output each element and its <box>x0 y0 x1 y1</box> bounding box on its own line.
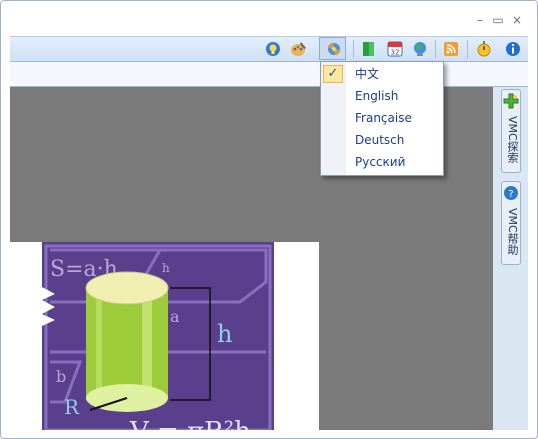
height-label: h <box>217 320 232 348</box>
stopwatch-icon[interactable] <box>475 40 493 58</box>
bookmark-icon[interactable] <box>360 40 378 58</box>
menu-item-chinese[interactable]: 中文 <box>355 64 379 84</box>
minimize-icon[interactable]: – <box>472 13 488 27</box>
side-tab-explore-label: VMC探索 <box>506 116 519 163</box>
help-icon: ? <box>504 186 518 200</box>
menu-item-german[interactable]: Deutsch <box>355 130 404 150</box>
title-bar: – ▭ × <box>1 1 537 35</box>
toolbar-separator <box>353 40 354 58</box>
rss-icon[interactable] <box>442 40 460 58</box>
toolbar: 32 <box>10 36 528 61</box>
palette-icon[interactable] <box>290 40 308 58</box>
formula-illustration: S=a·h h a b h R V = πR²h <box>10 242 319 430</box>
toolbar-separator <box>467 40 468 58</box>
toolbar-separator <box>435 40 436 58</box>
menu-item-russian[interactable]: Русский <box>355 152 405 172</box>
side-tab-explore[interactable]: VMC探索 <box>501 89 521 173</box>
globe-icon[interactable] <box>411 40 429 58</box>
close-icon[interactable]: × <box>509 13 525 27</box>
side-tab-help[interactable]: ? VMC帮助 <box>501 181 521 265</box>
radius-label: R <box>64 395 80 419</box>
corner-label-b: b <box>56 367 66 386</box>
app-window: – ▭ × 32 S=a·h h a b h R VMC探索 ? VMC帮助 ✓… <box>0 0 538 439</box>
calendar-32-icon[interactable]: 32 <box>386 40 404 58</box>
maximize-icon[interactable]: ▭ <box>490 13 506 27</box>
corner-label-a: a <box>170 307 180 326</box>
language-icon[interactable] <box>325 40 343 58</box>
svg-text:32: 32 <box>391 49 400 57</box>
lightbulb-icon[interactable] <box>264 40 282 58</box>
info-icon[interactable] <box>504 40 522 58</box>
checkmark-icon: ✓ <box>323 65 343 83</box>
language-menu: ✓ 中文 English Française Deutsch Русский <box>320 61 444 176</box>
menu-item-english[interactable]: English <box>355 86 398 106</box>
svg-text:?: ? <box>508 189 513 200</box>
add-icon <box>503 93 519 109</box>
side-tab-help-label: VMC帮助 <box>506 208 519 255</box>
cylinder-illustration: S=a·h h a b h R V = πR²h <box>42 242 274 430</box>
address-bar <box>10 61 528 87</box>
corner-label-h: h <box>162 261 170 275</box>
menu-item-french[interactable]: Française <box>355 108 412 128</box>
volume-formula-text: V = πR²h <box>129 417 251 430</box>
